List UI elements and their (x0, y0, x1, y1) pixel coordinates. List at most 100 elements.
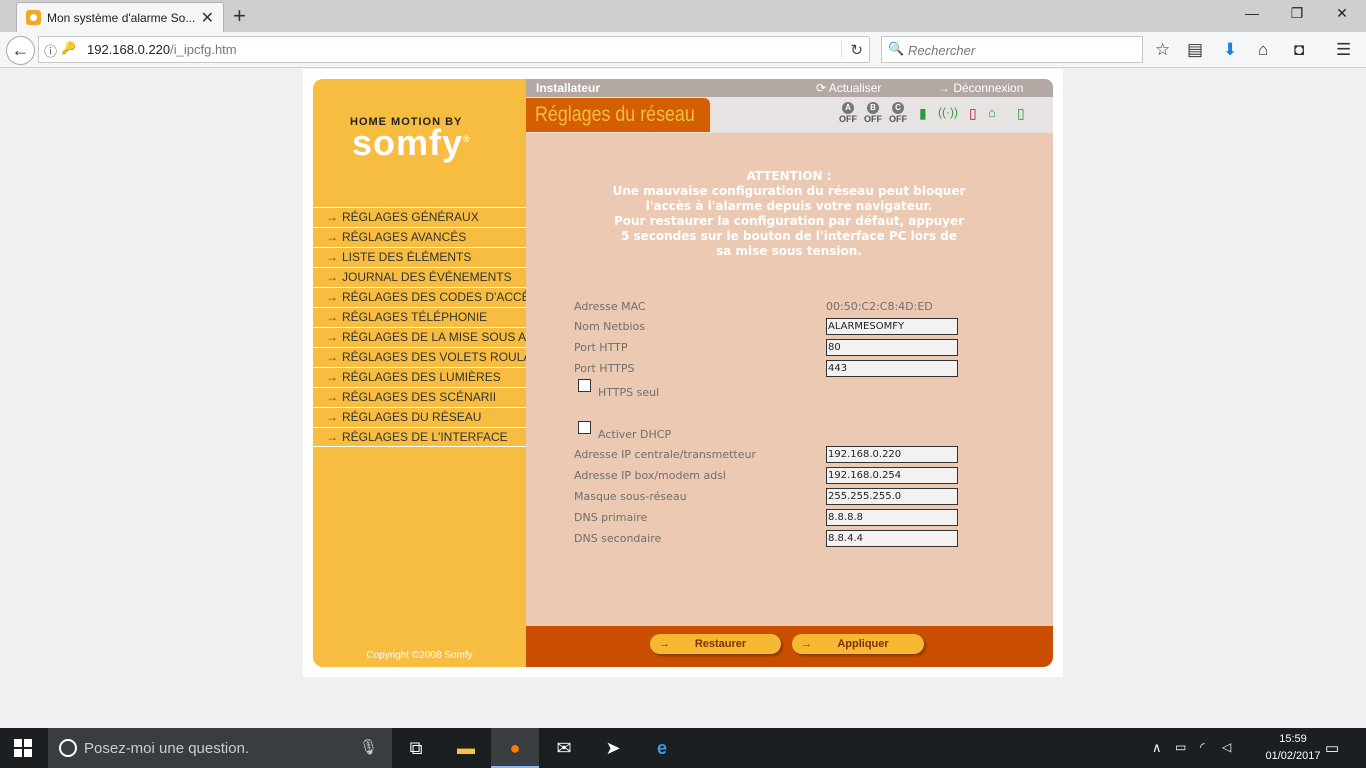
dns-primary-label: DNS primaire (574, 511, 648, 524)
windows-start-icon[interactable] (14, 739, 32, 757)
microphone-icon[interactable]: 🎙 (359, 738, 378, 756)
zone-c-status: C OFF (889, 102, 907, 124)
somfy-logo: somfy® (352, 122, 471, 163)
menu-item-access-codes[interactable]: → RÉGLAGES DES CODES D'ACCÈS (313, 287, 538, 307)
refresh-link[interactable]: ⟳ Actualiser (816, 81, 881, 95)
left-panel: HOME MOTION BY somfy® → RÉGLAGES GÉNÉRAUX… (313, 79, 567, 667)
notifications-icon[interactable]: ▭ (1325, 739, 1339, 757)
zone-a-status: A OFF (839, 102, 857, 124)
arrow-right-icon: → (326, 370, 338, 384)
menu-item-scenarios[interactable]: → RÉGLAGES DES SCÉNARII (313, 387, 526, 407)
menu-item-shutters[interactable]: → RÉGLAGES DES VOLETS ROULANTS (313, 347, 555, 367)
cortana-icon (59, 739, 77, 757)
ip-input[interactable]: 192.168.0.220 (826, 446, 958, 463)
logout-link[interactable]: → Déconnexion (938, 81, 1023, 95)
mac-label: Adresse MAC (574, 300, 646, 313)
reload-icon[interactable]: ↻ (841, 41, 863, 59)
gateway-input[interactable]: 192.168.0.254 (826, 467, 958, 484)
edge-icon[interactable]: e (638, 728, 686, 768)
http-port-label: Port HTTP (574, 341, 628, 354)
arrow-right-icon: → (938, 81, 954, 95)
arrow-right-icon: → (326, 410, 338, 424)
minimize-button[interactable]: — (1237, 5, 1267, 21)
search-icon: 🔍 (888, 41, 905, 56)
url-bar[interactable]: ⓘ 🔑 192.168.0.220/i_ipcfg.htm ↻ (38, 36, 870, 63)
attention-warning: ATTENTION : Une mauvaise configuration d… (612, 169, 966, 258)
restore-button[interactable]: ❐ (1282, 5, 1312, 22)
search-placeholder: Rechercher (908, 43, 976, 58)
pocket-icon[interactable]: ◘ (1294, 40, 1304, 60)
file-explorer-icon[interactable]: ▬ (442, 728, 490, 768)
gateway-label: Adresse IP box/modem adsl (574, 469, 726, 482)
subnet-mask-input[interactable]: 255.255.255.0 (826, 488, 958, 505)
arrow-right-icon: → (326, 250, 338, 264)
browser-tab-bar: Mon système d'alarme So... ✕ + — ❐ ✕ (0, 0, 1366, 32)
dns-secondary-label: DNS secondaire (574, 532, 662, 545)
dns-secondary-input[interactable]: 8.8.4.4 (826, 530, 958, 547)
clock-time[interactable]: 15:59 (1266, 733, 1320, 745)
http-port-input[interactable]: 80 (826, 339, 958, 356)
menu-item-events[interactable]: → JOURNAL DES ÉVÉNEMENTS (313, 267, 526, 287)
info-icon[interactable]: ⓘ (44, 41, 57, 60)
download-icon[interactable]: ⬇ (1223, 40, 1237, 60)
battery-icon: ▮ (919, 105, 927, 121)
task-view-icon[interactable]: ⧉ (392, 728, 440, 768)
back-button[interactable]: ← (6, 36, 35, 65)
arrow-right-icon: → (326, 330, 338, 344)
window-close-button[interactable]: ✕ (1327, 5, 1357, 22)
bookmark-star-icon[interactable]: ☆ (1155, 40, 1170, 60)
menu-item-arming[interactable]: → RÉGLAGES DE LA MISE SOUS ALARME (313, 327, 567, 347)
menu-item-elements[interactable]: → LISTE DES ÉLÉMENTS (313, 247, 526, 267)
site-favicon-icon (26, 10, 41, 25)
user-role: Installateur (536, 81, 601, 95)
menu-item-general[interactable]: → RÉGLAGES GÉNÉRAUX (313, 207, 526, 227)
battery-tray-icon[interactable]: ▭ (1175, 740, 1186, 754)
apply-button[interactable]: → Appliquer (792, 634, 924, 654)
zone-a-icon: A (842, 102, 854, 114)
https-only-label: HTTPS seul (598, 386, 660, 399)
netbios-label: Nom Netbios (574, 320, 645, 333)
menu-item-lights[interactable]: → RÉGLAGES DES LUMIÈRES (313, 367, 526, 387)
menu-item-interface[interactable]: → RÉGLAGES DE L'INTERFACE (313, 427, 526, 447)
dhcp-checkbox[interactable] (578, 421, 591, 434)
firefox-icon[interactable]: ● (491, 728, 539, 768)
netbios-input[interactable]: ALARMESOMFY (826, 318, 958, 335)
windows-taskbar: Posez-moi une question. 🎙 ⧉ ▬ ● ✉ ➤ e ∧ … (0, 728, 1366, 768)
menu-item-network[interactable]: → RÉGLAGES DU RÉSEAU (313, 407, 526, 427)
copyright-text: Copyright ©2008 Somfy (366, 650, 473, 661)
tray-chevron-icon[interactable]: ∧ (1152, 740, 1162, 756)
home-ok-icon: ⌂ (988, 105, 996, 120)
mac-value: 00:50:C2:C8:4D:ED (826, 300, 933, 313)
dhcp-label: Activer DHCP (598, 428, 672, 441)
menu-item-advanced[interactable]: → RÉGLAGES AVANCÉS (313, 227, 526, 247)
mail-icon[interactable]: ✉ (540, 728, 588, 768)
refresh-icon: ⟳ (816, 81, 829, 95)
url-text: 192.168.0.220/i_ipcfg.htm (87, 42, 237, 57)
network-settings-content: ATTENTION : Une mauvaise configuration d… (526, 133, 1053, 626)
dns-primary-input[interactable]: 8.8.8.8 (826, 509, 958, 526)
restore-button[interactable]: → Restaurer (650, 634, 781, 654)
reading-list-icon[interactable]: ▤ (1187, 40, 1203, 60)
wifi-icon[interactable]: ◜ (1200, 740, 1205, 754)
volume-icon[interactable]: ◁ (1222, 740, 1231, 754)
https-only-checkbox[interactable] (578, 379, 591, 392)
settings-menu: → RÉGLAGES GÉNÉRAUX → RÉGLAGES AVANCÉS → LI… (313, 207, 567, 447)
clock-date[interactable]: 01/02/2017 (1262, 750, 1324, 762)
browser-tab[interactable]: Mon système d'alarme So... ✕ (16, 2, 224, 32)
page-viewport: HOME MOTION BY somfy® → RÉGLAGES GÉNÉRAUX… (0, 69, 1366, 728)
tab-title: Mon système d'alarme So... (47, 11, 196, 25)
app-icon[interactable]: ➤ (589, 728, 637, 768)
search-bar[interactable]: 🔍 Rechercher (881, 36, 1143, 63)
https-port-label: Port HTTPS (574, 362, 635, 375)
menu-item-telephony[interactable]: → RÉGLAGES TÉLÉPHONIE (313, 307, 526, 327)
browser-nav-bar: ← ⓘ 🔑 192.168.0.220/i_ipcfg.htm ↻ 🔍 Rech… (0, 32, 1366, 68)
new-tab-button[interactable]: + (233, 3, 246, 29)
menu-hamburger-icon[interactable]: ☰ (1336, 40, 1351, 60)
https-port-input[interactable]: 443 (826, 360, 958, 377)
arrow-right-icon: → (326, 430, 338, 444)
tab-close-icon[interactable]: ✕ (201, 8, 214, 28)
home-icon[interactable]: ⌂ (1258, 40, 1268, 60)
arrow-right-icon: → (326, 350, 338, 364)
action-footer: → Restaurer → Appliquer (526, 626, 1053, 667)
cortana-search-box[interactable]: Posez-moi une question. 🎙 (48, 728, 392, 768)
